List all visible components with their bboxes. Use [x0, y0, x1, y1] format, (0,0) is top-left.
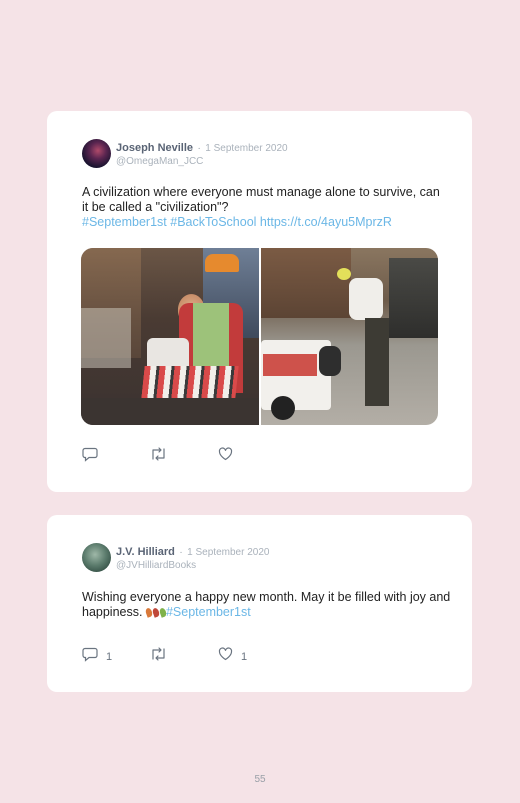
- hashtag-link[interactable]: #September1st: [166, 605, 251, 619]
- tweet-body: Wishing everyone a happy new month. May …: [82, 590, 451, 619]
- page-number: 55: [254, 774, 266, 785]
- reply-button[interactable]: [82, 447, 106, 467]
- tweet-text: Wishing everyone a happy new month. May …: [82, 590, 452, 620]
- hashtag-link[interactable]: #BackToSchool: [170, 215, 256, 229]
- avatar[interactable]: [82, 139, 111, 168]
- retweet-icon: [150, 647, 167, 666]
- retweet-button[interactable]: [150, 447, 175, 466]
- avatar[interactable]: [82, 543, 111, 572]
- url-link[interactable]: https://t.co/4ayu5MprzR: [260, 215, 392, 229]
- tweet-photo[interactable]: [81, 248, 259, 425]
- separator: ·: [179, 547, 183, 558]
- retweet-icon: [150, 447, 167, 466]
- heart-icon: [218, 647, 233, 666]
- reply-count: 1: [106, 651, 113, 663]
- reply-button[interactable]: 1: [82, 647, 112, 667]
- like-count: 1: [241, 650, 248, 663]
- tweet-media[interactable]: [81, 248, 438, 425]
- tweet-photo[interactable]: [260, 248, 438, 425]
- tweet-date[interactable]: 1 September 2020: [187, 547, 269, 558]
- author-name[interactable]: Joseph Neville: [116, 142, 193, 154]
- tweet-header: J.V. Hilliard · 1 September 2020 @JVHill…: [116, 544, 269, 572]
- reply-icon: [82, 447, 98, 467]
- retweet-button[interactable]: [150, 647, 175, 666]
- tweet-actions: 1 1: [82, 647, 282, 665]
- author-handle[interactable]: @OmegaMan_JCC: [116, 155, 288, 168]
- tweet-card[interactable]: J.V. Hilliard · 1 September 2020 @JVHill…: [47, 515, 472, 692]
- tweet-body: A civilization where everyone must manag…: [82, 185, 440, 214]
- author-name[interactable]: J.V. Hilliard: [116, 546, 175, 558]
- heart-icon: [218, 447, 233, 466]
- hashtag-link[interactable]: #September1st: [82, 215, 167, 229]
- tweet-text: A civilization where everyone must manag…: [82, 185, 442, 230]
- reply-icon: [82, 647, 98, 667]
- tweet-header: Joseph Neville · 1 September 2020 @Omega…: [116, 140, 288, 168]
- tweet-actions: [82, 447, 282, 465]
- like-button[interactable]: [218, 447, 241, 466]
- separator: ·: [197, 143, 201, 154]
- like-button[interactable]: 1: [218, 647, 247, 666]
- leaves-emoji-icon: [144, 607, 168, 618]
- tweet-date[interactable]: 1 September 2020: [205, 143, 287, 154]
- tweet-card[interactable]: Joseph Neville · 1 September 2020 @Omega…: [47, 111, 472, 492]
- author-handle[interactable]: @JVHilliardBooks: [116, 559, 269, 572]
